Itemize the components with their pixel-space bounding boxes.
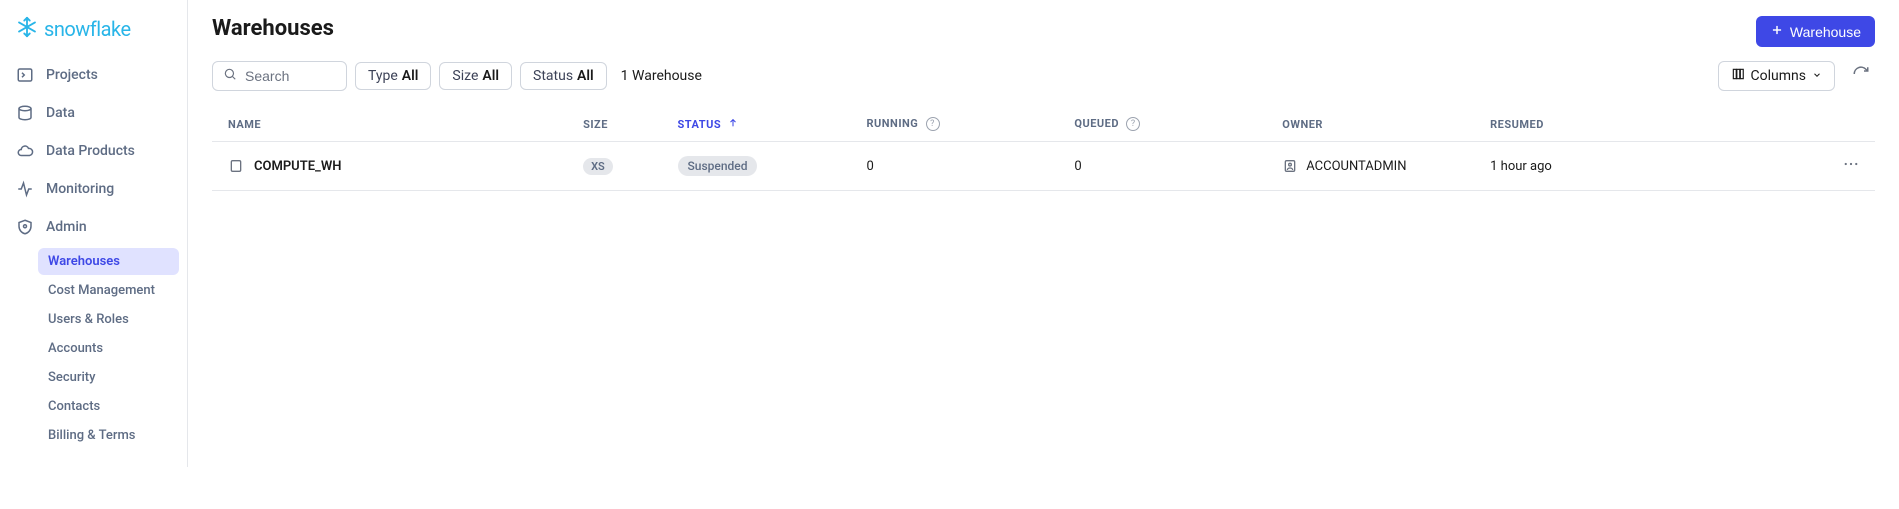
sidebar-item-label: Data Products	[46, 143, 135, 159]
subnav-item-warehouses[interactable]: Warehouses	[38, 248, 179, 275]
brand-text: snowflake	[44, 17, 131, 41]
queued-value: 0	[1074, 159, 1081, 174]
chevron-down-icon	[1812, 68, 1822, 84]
more-horizontal-icon	[1842, 155, 1860, 177]
th-owner[interactable]: OWNER	[1270, 107, 1478, 142]
filter-status[interactable]: Status All	[520, 62, 607, 90]
columns-button[interactable]: Columns	[1718, 61, 1835, 91]
terminal-icon	[16, 66, 34, 84]
columns-icon	[1731, 67, 1745, 85]
row-more-button[interactable]	[1839, 154, 1863, 178]
database-icon	[16, 104, 34, 122]
toolbar-right: Columns	[1718, 61, 1875, 91]
new-warehouse-button[interactable]: Warehouse	[1756, 16, 1875, 47]
sidebar-item-admin[interactable]: Admin	[8, 210, 179, 244]
table-row[interactable]: COMPUTE_WH XS Suspended 0 0	[212, 142, 1875, 191]
status-badge: Suspended	[678, 156, 758, 176]
role-icon	[1282, 158, 1298, 174]
search-input[interactable]	[245, 68, 336, 84]
filter-type[interactable]: Type All	[355, 62, 431, 90]
sidebar-item-projects[interactable]: Projects	[8, 58, 179, 92]
sidebar-item-label: Projects	[46, 67, 98, 83]
brand-logo[interactable]: snowflake	[8, 16, 179, 58]
th-queued[interactable]: QUEUED ?	[1062, 107, 1270, 142]
snowflake-icon	[16, 16, 38, 42]
warehouse-icon	[228, 158, 244, 174]
owner-value: ACCOUNTADMIN	[1306, 159, 1406, 174]
subnav-item-accounts[interactable]: Accounts	[38, 335, 179, 362]
resumed-value: 1 hour ago	[1490, 159, 1552, 174]
main-content: Warehouses Warehouse	[188, 0, 1899, 467]
warehouse-name: COMPUTE_WH	[254, 159, 341, 174]
sidebar-item-data-products[interactable]: Data Products	[8, 134, 179, 168]
help-icon[interactable]: ?	[926, 117, 940, 131]
shield-icon	[16, 218, 34, 236]
help-icon[interactable]: ?	[1126, 117, 1140, 131]
search-box[interactable]	[212, 61, 347, 91]
th-status[interactable]: STATUS	[666, 107, 855, 142]
sort-arrow-up-icon	[728, 118, 738, 131]
refresh-icon	[1852, 65, 1870, 87]
th-resumed[interactable]: RESUMED	[1478, 107, 1818, 142]
cloud-icon	[16, 142, 34, 160]
th-name[interactable]: NAME	[212, 107, 571, 142]
warehouse-count: 1 Warehouse	[621, 68, 702, 84]
sidebar-item-data[interactable]: Data	[8, 96, 179, 130]
sidebar-item-label: Data	[46, 105, 75, 121]
sidebar-item-label: Monitoring	[46, 181, 114, 197]
subnav-item-billing[interactable]: Billing & Terms	[38, 422, 179, 449]
activity-icon	[16, 180, 34, 198]
running-value: 0	[867, 159, 874, 174]
subnav-item-contacts[interactable]: Contacts	[38, 393, 179, 420]
page-title: Warehouses	[212, 16, 334, 41]
th-size[interactable]: SIZE	[571, 107, 665, 142]
subnav-item-users-roles[interactable]: Users & Roles	[38, 306, 179, 333]
th-running[interactable]: RUNNING ?	[855, 107, 1063, 142]
subnav-item-cost[interactable]: Cost Management	[38, 277, 179, 304]
sidebar: snowflake Projects Data Data Products	[0, 0, 188, 467]
warehouses-table: NAME SIZE STATUS RUNNING ? QU	[212, 107, 1875, 191]
toolbar-left: Type All Size All Status All 1 Warehouse	[212, 61, 702, 91]
toolbar: Type All Size All Status All 1 Warehouse	[212, 61, 1875, 91]
plus-icon	[1770, 23, 1784, 40]
sidebar-item-label: Admin	[46, 219, 87, 235]
filter-size[interactable]: Size All	[439, 62, 512, 90]
size-badge: XS	[583, 158, 613, 175]
sidebar-item-monitoring[interactable]: Monitoring	[8, 172, 179, 206]
search-icon	[223, 67, 237, 85]
refresh-button[interactable]	[1847, 62, 1875, 90]
subnav-item-security[interactable]: Security	[38, 364, 179, 391]
admin-subnav: Warehouses Cost Management Users & Roles…	[8, 248, 179, 449]
